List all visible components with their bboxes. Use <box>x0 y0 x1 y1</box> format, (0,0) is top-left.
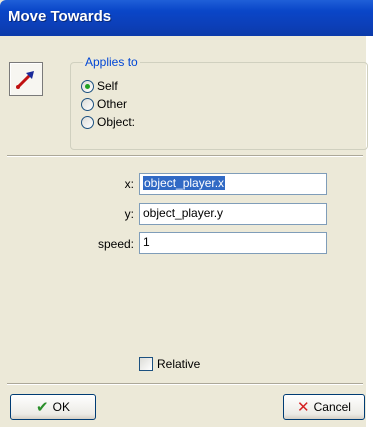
radio-object-label[interactable]: Object: <box>97 115 135 129</box>
radio-self[interactable]: Self <box>81 78 118 94</box>
y-input-value[interactable]: object_player.y <box>143 206 223 220</box>
speed-label: speed: <box>97 237 134 251</box>
radio-object[interactable]: Object: <box>81 114 135 130</box>
cancel-label: Cancel <box>313 400 351 414</box>
y-input[interactable]: object_player.y <box>139 203 327 225</box>
speed-input-value[interactable]: 1 <box>143 235 150 249</box>
radio-button[interactable] <box>81 115 94 129</box>
ok-label: OK <box>52 400 70 414</box>
applies-to-title: Applies to <box>83 55 140 69</box>
separator-highlight <box>7 156 363 157</box>
x-label: x: <box>124 177 134 191</box>
bottom-separator-highlight <box>7 384 363 385</box>
radio-other[interactable]: Other <box>81 96 127 112</box>
x-input[interactable]: object_player.x <box>139 173 327 195</box>
checkmark-icon: ✔ <box>36 398 49 416</box>
ok-button[interactable]: ✔ OK <box>10 394 96 420</box>
move-towards-arrow-icon <box>9 62 43 96</box>
cross-icon: ✕ <box>297 398 310 416</box>
cancel-button[interactable]: ✕ Cancel <box>283 394 365 420</box>
radio-button[interactable] <box>81 97 94 111</box>
relative-checkbox[interactable]: Relative <box>139 357 200 371</box>
x-input-value[interactable]: object_player.x <box>143 176 226 190</box>
radio-other-label[interactable]: Other <box>97 97 127 111</box>
radio-button-checked[interactable] <box>81 79 94 93</box>
dialog-title: Move Towards <box>8 8 112 25</box>
move-towards-dialog: Move Towards Applies to Self Other Objec… <box>0 0 373 427</box>
checkbox-box[interactable] <box>139 357 153 371</box>
relative-label[interactable]: Relative <box>157 357 200 371</box>
radio-self-label[interactable]: Self <box>97 79 118 93</box>
title-bar[interactable]: Move Towards <box>0 0 373 36</box>
y-label: y: <box>124 207 134 221</box>
speed-input[interactable]: 1 <box>139 232 327 254</box>
